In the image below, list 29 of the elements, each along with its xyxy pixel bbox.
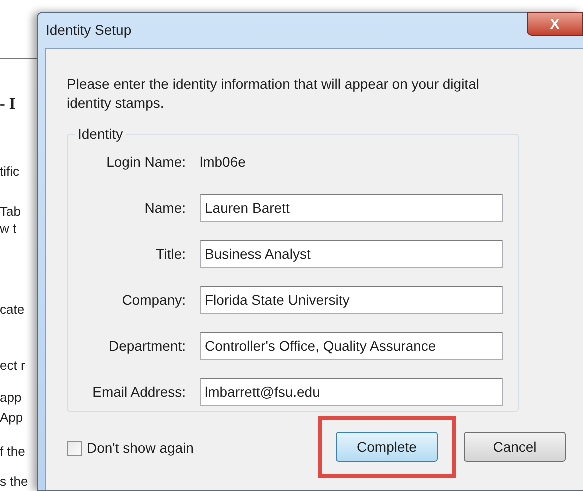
field-label: Company: <box>121 290 186 310</box>
document-text: tific <box>0 164 20 180</box>
text-field[interactable]: Lauren Barett <box>200 194 503 222</box>
field-label: Department: <box>108 336 186 356</box>
document-text: Tab <box>0 204 22 220</box>
instruction-text: Please enter the identity information that will appear on your digital identity stamps. <box>67 75 480 113</box>
field-label: Email Address: <box>92 382 186 402</box>
dont-show-again-checkbox[interactable] <box>67 441 82 456</box>
field-label: Title: <box>155 244 186 264</box>
checkbox-label: Don't show again <box>87 439 194 458</box>
document-text: - I <box>0 96 17 114</box>
text-field[interactable]: Florida State University <box>200 286 503 314</box>
window-title: Identity Setup <box>46 21 132 39</box>
complete-button[interactable]: Complete <box>336 432 438 462</box>
document-text: ect r <box>0 358 26 374</box>
login-value: lmb06e <box>200 152 246 172</box>
text-field[interactable]: Business Analyst <box>200 240 503 268</box>
group-title: Identity <box>77 126 124 142</box>
document-text: App <box>0 410 24 426</box>
text-field[interactable]: lmbarrett@fsu.edu <box>200 378 503 406</box>
field-label: Name: <box>144 198 186 218</box>
cancel-button[interactable]: Cancel <box>464 432 566 462</box>
field-label: Login Name: <box>106 152 186 172</box>
document-text: w t <box>0 221 18 237</box>
text-field[interactable]: Controller's Office, Quality Assurance <box>200 332 503 360</box>
document-text: f the <box>0 444 26 460</box>
document-text: s the <box>0 474 30 490</box>
document-text: cate <box>0 302 26 318</box>
document-text: app <box>0 390 23 406</box>
